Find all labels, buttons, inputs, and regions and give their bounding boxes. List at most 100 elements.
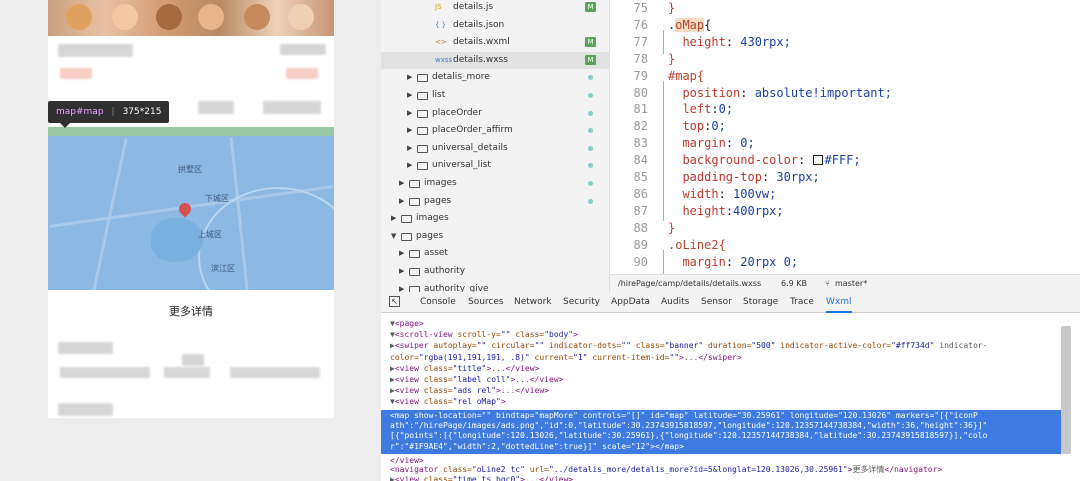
line-number: 86 xyxy=(633,186,648,201)
code-line[interactable]: background-color: #FFF; xyxy=(668,153,860,167)
code-line[interactable]: height:400rpx; xyxy=(668,204,783,218)
code-line[interactable]: } xyxy=(668,52,675,66)
wxss-file-icon: wxss xyxy=(435,55,453,64)
code-line[interactable]: height: 430rpx; xyxy=(668,35,790,49)
devtools-tab-network[interactable]: Network xyxy=(514,292,552,313)
file-tree-item[interactable]: <> details.wxml M xyxy=(381,34,610,51)
code-line[interactable]: padding-top: 30rpx; xyxy=(668,170,819,184)
code-line[interactable]: .oLine2{ xyxy=(668,238,726,252)
dom-node-line[interactable]: r":"#1F9AE4","width":2,"dottedLine":true… xyxy=(390,442,684,452)
line-number: 75 xyxy=(633,1,648,15)
devtools-tab-storage[interactable]: Storage xyxy=(743,292,778,313)
file-tree-item[interactable]: JS details.js M xyxy=(381,0,610,16)
code-line[interactable]: left:0; xyxy=(668,102,733,116)
folder-icon xyxy=(401,232,412,241)
devtools-tab-console[interactable]: Console xyxy=(420,292,456,313)
code-line[interactable]: margin: 20rpx 0; xyxy=(668,255,798,269)
file-tree-item[interactable]: ▶ universal_list xyxy=(381,157,610,174)
chevron-right-icon[interactable]: ▶ xyxy=(407,105,412,122)
chevron-down-icon[interactable]: ▼ xyxy=(391,228,396,245)
devtools-tab-security[interactable]: Security xyxy=(563,292,600,313)
devtools-tab-sensor[interactable]: Sensor xyxy=(701,292,732,313)
code-line[interactable]: } xyxy=(668,221,675,235)
file-tree-item[interactable]: ▶ detalis_more xyxy=(381,69,610,86)
chevron-right-icon[interactable]: ▶ xyxy=(391,210,396,227)
file-tree-label: universal_list xyxy=(432,160,491,171)
chevron-right-icon[interactable]: ▶ xyxy=(407,87,412,104)
file-tree-item[interactable]: ▶ images xyxy=(381,210,610,227)
file-tree-item[interactable]: wxss details.wxss M xyxy=(381,51,610,69)
code-line[interactable]: .oMap{ xyxy=(668,17,711,32)
folder-icon xyxy=(417,92,428,100)
inspect-element-icon[interactable]: ↖ xyxy=(389,296,400,307)
file-tree-label: images xyxy=(416,213,449,224)
devtools-tab-sources[interactable]: Sources xyxy=(468,292,504,313)
dom-node-line[interactable]: [{"points":[{"longitude":120.13026,"lati… xyxy=(390,431,987,441)
code-line[interactable]: top:0; xyxy=(668,119,725,133)
blurred-text xyxy=(60,367,150,378)
chevron-right-icon[interactable]: ▶ xyxy=(407,157,412,174)
file-tree-item[interactable]: ▼ pages xyxy=(381,228,610,245)
dom-node-line[interactable]: <map show-location="" bindtap="mapMore" … xyxy=(390,411,978,421)
git-status-dot xyxy=(588,128,593,134)
line-number: 82 xyxy=(633,119,648,134)
dom-node-line[interactable]: ▶<view class="label coll">...</view> xyxy=(390,375,563,385)
chevron-right-icon[interactable]: ▶ xyxy=(399,175,404,192)
file-tree-item[interactable]: ▶ placeOrder xyxy=(381,105,610,122)
dom-node-line[interactable]: ▶<view class="title">...</view> xyxy=(390,364,539,374)
devtools-tab-wxml[interactable]: Wxml xyxy=(826,292,852,313)
dom-node-line[interactable]: ▶<view class="ads rel">...</view> xyxy=(390,386,549,396)
line-number: 84 xyxy=(633,153,648,168)
blurred-text xyxy=(198,101,234,114)
dom-node-line[interactable]: ▼<page> xyxy=(390,319,424,329)
dom-node-line[interactable]: ▼<view class="rel oMap"> xyxy=(390,397,506,407)
color-swatch-icon[interactable] xyxy=(812,155,823,166)
code-editor[interactable]: 75} 76 .oMap{77 height: 430rpx; 78} 79 #map{8… xyxy=(610,0,1080,274)
line-number: 88 xyxy=(633,220,648,235)
chevron-right-icon[interactable]: ▶ xyxy=(399,193,404,210)
map-marker-icon[interactable] xyxy=(176,200,194,218)
devtools-tab-trace[interactable]: Trace xyxy=(790,292,814,313)
chevron-right-icon[interactable]: ▶ xyxy=(399,263,404,280)
chevron-right-icon[interactable]: ▶ xyxy=(399,245,404,262)
line-number: 78 xyxy=(633,51,648,66)
code-line[interactable]: width: 100vw; xyxy=(668,187,776,201)
code-line[interactable]: position: absolute!important; xyxy=(668,86,892,100)
selected-dom-node[interactable]: <map show-location="" bindtap="mapMore" … xyxy=(381,410,1061,454)
chevron-right-icon[interactable]: ▶ xyxy=(407,69,412,86)
map-label: 滨江区 xyxy=(211,264,235,273)
chevron-right-icon[interactable]: ▶ xyxy=(407,122,412,139)
file-tree-item[interactable]: ▶ placeOrder_affirm xyxy=(381,122,610,139)
file-tree-label: details.js xyxy=(453,2,494,12)
file-tree-item[interactable]: ▶ authority xyxy=(381,263,610,280)
dom-node-line[interactable]: ▶<swiper autoplay="" circular="" indicat… xyxy=(390,341,987,351)
more-details-link[interactable]: 更多详情 xyxy=(48,293,334,329)
dom-node-line[interactable]: ath":"/hirePage/images/ads.png","id":0,"… xyxy=(390,421,987,431)
code-line[interactable]: #map{ xyxy=(668,69,704,83)
banner-image[interactable] xyxy=(48,0,334,36)
dom-node-line[interactable]: <navigator class="oLine2 tc" url="../det… xyxy=(390,465,942,475)
file-tree-item[interactable]: ▶ asset xyxy=(381,245,610,262)
devtools-tab-appdata[interactable]: AppData xyxy=(611,292,650,313)
code-line[interactable]: } xyxy=(668,1,675,15)
dom-node-line[interactable]: ▼<scroll-view scroll-y="" class="body"> xyxy=(390,330,578,340)
west-lake xyxy=(151,218,203,262)
file-tree-item[interactable]: ▶ list xyxy=(381,87,610,104)
devtools-tab-audits[interactable]: Audits xyxy=(661,292,689,313)
git-branch[interactable]: master* xyxy=(835,275,867,292)
file-tree-label: placeOrder xyxy=(432,107,482,118)
blurred-tag xyxy=(60,68,92,79)
file-tree-item[interactable]: ▶ images xyxy=(381,175,610,192)
code-line[interactable]: margin: 0; xyxy=(668,136,754,150)
map-view[interactable]: 拱墅区 下城区 上城区 滨江区 xyxy=(48,127,334,290)
file-tree-item[interactable]: ▶ pages xyxy=(381,193,610,210)
dom-scrollbar[interactable] xyxy=(1061,326,1071,454)
file-tree-item[interactable]: ▶ universal_details xyxy=(381,140,610,157)
folder-icon xyxy=(401,215,412,224)
chevron-right-icon[interactable]: ▶ xyxy=(407,140,412,157)
line-number: 79 xyxy=(633,68,648,83)
dom-node-line[interactable]: ▶<view class="time ts bgc0">...</view> xyxy=(390,475,573,481)
file-tree-item[interactable]: { } details.json xyxy=(381,17,610,34)
dom-node-line[interactable]: color="rgba(191,191,191, .8)" current="1… xyxy=(390,353,742,363)
folder-icon xyxy=(417,127,428,136)
